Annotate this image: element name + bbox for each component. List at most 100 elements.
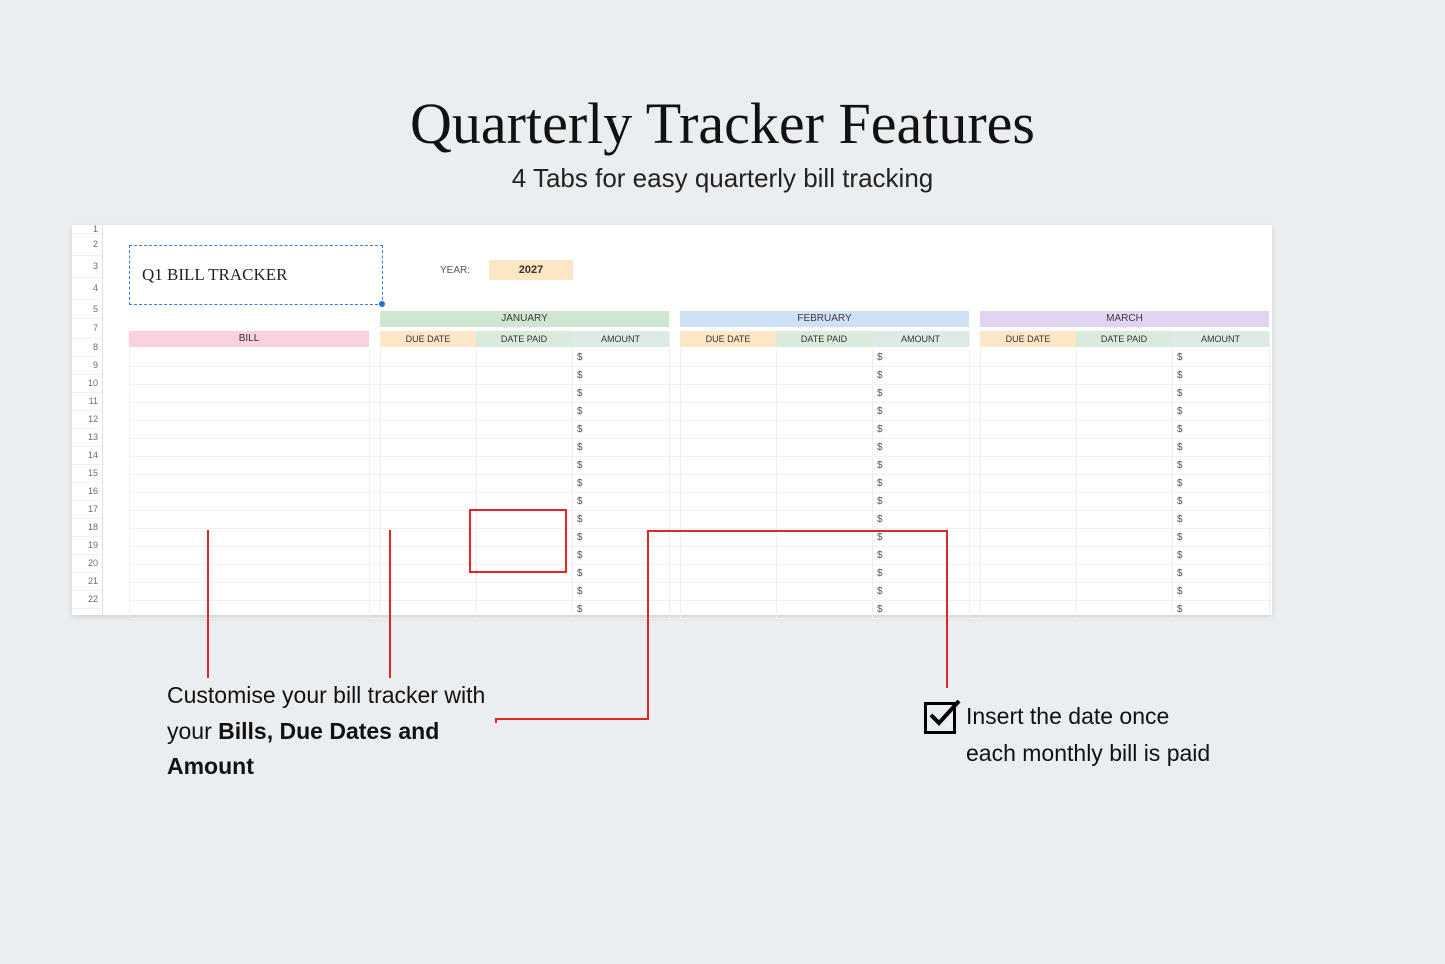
bill-column-header: BILL [129, 331, 369, 347]
amount-cell[interactable]: $ [572, 403, 583, 420]
jan-paid-header: DATE PAID [476, 331, 573, 347]
amount-cell[interactable]: $ [1172, 421, 1183, 438]
callout-insert-date: Insert the date once each monthly bill i… [966, 698, 1216, 772]
amount-cell[interactable]: $ [1172, 349, 1183, 366]
amount-cell[interactable]: $ [872, 475, 883, 492]
amount-cell[interactable]: $ [872, 511, 883, 528]
amount-cell[interactable]: $ [872, 547, 883, 564]
amount-cell[interactable]: $ [572, 349, 583, 366]
selection-handle-icon[interactable] [379, 301, 385, 307]
amount-cell[interactable]: $ [572, 601, 583, 618]
row-number: 13 [72, 429, 102, 447]
table-row: $ $ $ [129, 565, 1272, 583]
amount-cell[interactable]: $ [1172, 475, 1183, 492]
mar-paid-header: DATE PAID [1076, 331, 1173, 347]
amount-cell[interactable]: $ [872, 457, 883, 474]
annotation-box-datepaid [469, 509, 567, 573]
row-number: 3 [72, 256, 102, 278]
amount-cell[interactable]: $ [572, 529, 583, 546]
grid-area: Q1 BILL TRACKER YEAR: 2027 JANUARY FEBRU… [102, 225, 1272, 615]
selected-cell[interactable]: Q1 BILL TRACKER [129, 245, 383, 305]
amount-cell[interactable]: $ [572, 565, 583, 582]
amount-cell[interactable]: $ [1172, 529, 1183, 546]
row-number: 22 [72, 591, 102, 609]
selected-cell-text: Q1 BILL TRACKER [142, 265, 287, 285]
row-number: 4 [72, 278, 102, 300]
amount-cell[interactable]: $ [1172, 439, 1183, 456]
amount-cell[interactable]: $ [1172, 385, 1183, 402]
feb-paid-header: DATE PAID [776, 331, 873, 347]
callout-customise: Customise your bill tracker with your Bi… [167, 678, 497, 785]
row-number: 20 [72, 555, 102, 573]
table-row: $ $ $ [129, 349, 1272, 367]
table-row: $ $ $ [129, 421, 1272, 439]
spreadsheet-preview: 1234578910111213141516171819202122 Q1 BI… [72, 225, 1272, 615]
month-header-january: JANUARY [380, 311, 669, 327]
row-number: 2 [72, 234, 102, 256]
amount-cell[interactable]: $ [872, 439, 883, 456]
row-number: 10 [72, 375, 102, 393]
amount-cell[interactable]: $ [872, 601, 883, 618]
amount-cell[interactable]: $ [572, 583, 583, 600]
month-header-march: MARCH [980, 311, 1269, 327]
amount-cell[interactable]: $ [1172, 367, 1183, 384]
feb-due-header: DUE DATE [680, 331, 777, 347]
mar-amt-header: AMOUNT [1172, 331, 1270, 347]
table-row: $ $ $ [129, 439, 1272, 457]
month-header-february: FEBRUARY [680, 311, 969, 327]
amount-cell[interactable]: $ [572, 475, 583, 492]
amount-cell[interactable]: $ [872, 565, 883, 582]
amount-cell[interactable]: $ [872, 421, 883, 438]
amount-cell[interactable]: $ [572, 547, 583, 564]
mar-due-header: DUE DATE [980, 331, 1077, 347]
table-row: $ $ $ [129, 457, 1272, 475]
amount-cell[interactable]: $ [572, 511, 583, 528]
annotation-line [495, 718, 649, 720]
amount-cell[interactable]: $ [1172, 565, 1183, 582]
row-number: 8 [72, 339, 102, 357]
row-number: 1 [72, 225, 102, 234]
page-title: Quarterly Tracker Features [0, 0, 1445, 157]
amount-cell[interactable]: $ [1172, 403, 1183, 420]
amount-cell[interactable]: $ [572, 421, 583, 438]
amount-cell[interactable]: $ [572, 439, 583, 456]
row-number: 7 [72, 319, 102, 339]
page-subtitle: 4 Tabs for easy quarterly bill tracking [0, 163, 1445, 194]
amount-cell[interactable]: $ [872, 367, 883, 384]
amount-cell[interactable]: $ [1172, 583, 1183, 600]
amount-cell[interactable]: $ [1172, 493, 1183, 510]
checkbox-icon [924, 702, 956, 734]
amount-cell[interactable]: $ [572, 457, 583, 474]
amount-cell[interactable]: $ [872, 385, 883, 402]
table-row: $ $ $ [129, 475, 1272, 493]
row-number: 9 [72, 357, 102, 375]
table-row: $ $ $ [129, 403, 1272, 421]
row-number: 17 [72, 501, 102, 519]
annotation-line [207, 530, 209, 678]
feb-amt-header: AMOUNT [872, 331, 970, 347]
amount-cell[interactable]: $ [1172, 547, 1183, 564]
table-row: $ $ $ [129, 601, 1272, 619]
amount-cell[interactable]: $ [1172, 457, 1183, 474]
row-number: 18 [72, 519, 102, 537]
amount-cell[interactable]: $ [872, 403, 883, 420]
amount-cell[interactable]: $ [572, 493, 583, 510]
jan-due-header: DUE DATE [380, 331, 477, 347]
table-row: $ $ $ [129, 493, 1272, 511]
amount-cell[interactable]: $ [1172, 511, 1183, 528]
amount-cell[interactable]: $ [572, 367, 583, 384]
amount-cell[interactable]: $ [872, 493, 883, 510]
table-row: $ $ $ [129, 583, 1272, 601]
amount-cell[interactable]: $ [572, 385, 583, 402]
amount-cell[interactable]: $ [872, 349, 883, 366]
table-row: $ $ $ [129, 511, 1272, 529]
year-label: YEAR: [440, 265, 470, 276]
row-number: 14 [72, 447, 102, 465]
jan-amt-header: AMOUNT [572, 331, 670, 347]
year-value-cell[interactable]: 2027 [489, 260, 573, 280]
grid-body: $$$$$$$$$$$$$$$$$$$$$$$$$$$$$$$$$$$$$$$$… [129, 349, 1272, 615]
amount-cell[interactable]: $ [872, 583, 883, 600]
row-number: 12 [72, 411, 102, 429]
row-number: 21 [72, 573, 102, 591]
amount-cell[interactable]: $ [1172, 601, 1183, 618]
